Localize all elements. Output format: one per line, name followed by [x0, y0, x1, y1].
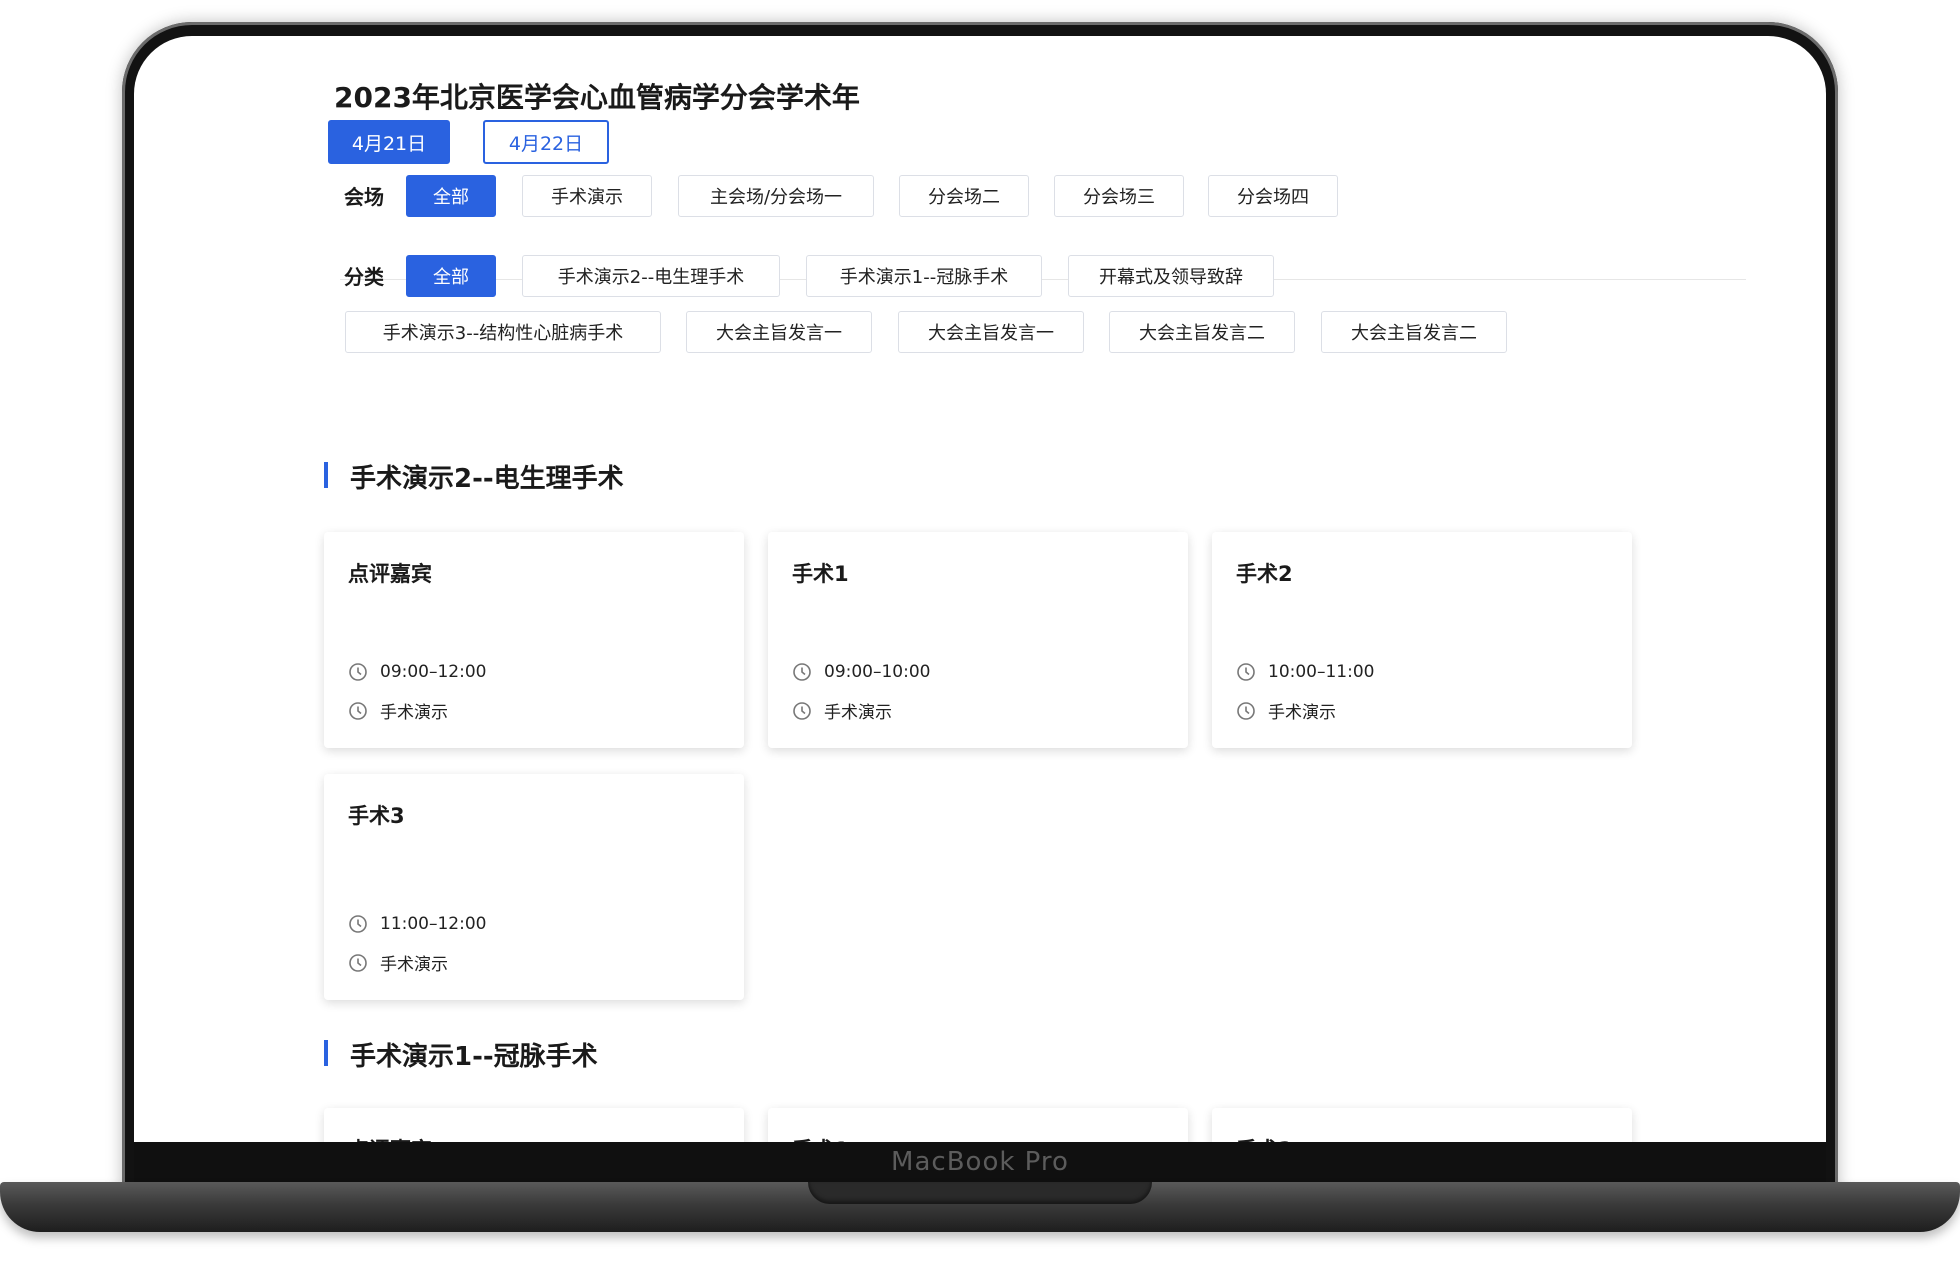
session-time-row: 11:00–12:00 [348, 914, 486, 934]
session-card-title: 点评嘉宾 [348, 1134, 432, 1142]
category-filter-keynote-2a[interactable]: 大会主旨发言二 [1109, 311, 1295, 353]
session-time: 09:00–12:00 [380, 662, 487, 682]
category-filter-coronary-surgery[interactable]: 手术演示1--冠脉手术 [806, 255, 1042, 297]
session-venue: 手术演示 [824, 703, 892, 723]
session-time: 09:00–10:00 [824, 662, 931, 682]
venue-filter-main-hall[interactable]: 主会场/分会场一 [678, 175, 874, 217]
session-card-title: 手术2 [1236, 1134, 1293, 1142]
session-card-title: 点评嘉宾 [348, 562, 432, 586]
category-filter-keynote-2b[interactable]: 大会主旨发言二 [1321, 311, 1507, 353]
section-title-ep-surgery: 手术演示2--电生理手术 [324, 458, 624, 495]
session-time-row: 09:00–12:00 [348, 662, 486, 682]
clock-icon [1237, 701, 1255, 720]
session-venue: 手术演示 [380, 703, 448, 723]
category-filter-keynote-1a[interactable]: 大会主旨发言一 [686, 311, 872, 353]
session-time: 11:00–12:00 [380, 914, 487, 934]
session-venue-row: 手术演示 [1236, 698, 1336, 723]
venue-filter-all[interactable]: 全部 [406, 175, 496, 217]
session-card-title: 手术1 [792, 1134, 849, 1142]
date-tab-apr22[interactable]: 4月22日 [483, 120, 609, 164]
clock-icon [1237, 663, 1255, 681]
session-card-title: 手术2 [1236, 562, 1293, 586]
category-filter-keynote-1b[interactable]: 大会主旨发言一 [898, 311, 1084, 353]
clock-icon [349, 663, 367, 681]
session-venue-row: 手术演示 [348, 698, 448, 723]
laptop-screen: 2023年北京医学会心血管病学分会学术年 4月21日 4月22日 会场 全部 手… [134, 36, 1826, 1142]
page-title: 2023年北京医学会心血管病学分会学术年 [334, 81, 860, 114]
session-time-row: 10:00–11:00 [1236, 662, 1374, 682]
session-venue-row: 手术演示 [792, 698, 892, 723]
venue-filter-hall-4[interactable]: 分会场四 [1208, 175, 1338, 217]
session-card[interactable]: 点评嘉宾 [324, 1108, 744, 1142]
session-card[interactable]: 手术2 10:00–11:00 手术演示 [1212, 532, 1632, 748]
session-card[interactable]: 手术1 09:00–10:00 手术演示 [768, 532, 1188, 748]
session-time-row: 09:00–10:00 [792, 662, 930, 682]
session-card[interactable]: 手术1 [768, 1108, 1188, 1142]
laptop-bezel-label: MacBook Pro [134, 1142, 1826, 1182]
session-card[interactable]: 手术3 11:00–12:00 手术演示 [324, 774, 744, 1000]
clock-icon [793, 701, 811, 720]
clock-icon [793, 663, 811, 681]
session-card-title: 手术3 [348, 804, 405, 828]
session-venue-row: 手术演示 [348, 950, 448, 975]
session-card[interactable]: 手术2 [1212, 1108, 1632, 1142]
clock-icon [349, 953, 367, 972]
venue-filter-hall-3[interactable]: 分会场三 [1054, 175, 1184, 217]
laptop-hinge-notch [808, 1182, 1152, 1204]
session-venue: 手术演示 [380, 955, 448, 975]
venue-filter-label: 会场 [344, 185, 384, 209]
session-time: 10:00–11:00 [1268, 662, 1375, 682]
venue-filter-hall-2[interactable]: 分会场二 [899, 175, 1029, 217]
clock-icon [349, 915, 367, 933]
category-filter-label: 分类 [344, 265, 384, 289]
section-title-coronary-surgery: 手术演示1--冠脉手术 [324, 1036, 598, 1073]
clock-icon [349, 701, 367, 720]
date-tab-apr21[interactable]: 4月21日 [328, 120, 450, 164]
category-filter-opening[interactable]: 开幕式及领导致辞 [1068, 255, 1274, 297]
category-filter-all[interactable]: 全部 [406, 255, 496, 297]
session-card[interactable]: 点评嘉宾 09:00–12:00 手术演示 [324, 532, 744, 748]
session-venue: 手术演示 [1268, 703, 1336, 723]
venue-filter-surgery-demo[interactable]: 手术演示 [522, 175, 652, 217]
category-filter-structural-surgery[interactable]: 手术演示3--结构性心脏病手术 [345, 311, 661, 353]
session-card-title: 手术1 [792, 562, 849, 586]
category-filter-ep-surgery[interactable]: 手术演示2--电生理手术 [522, 255, 780, 297]
